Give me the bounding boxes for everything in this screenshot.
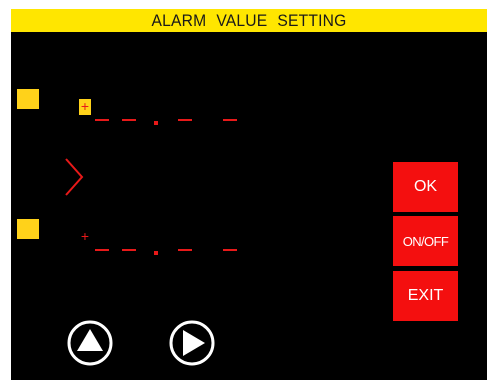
hmi-frame: ALARM VALUE SETTING + –– . –– + –– . –– bbox=[0, 0, 495, 380]
digit-dash bbox=[223, 249, 237, 251]
digit-dash bbox=[178, 119, 192, 121]
on-off-button[interactable]: ON/OFF bbox=[393, 216, 458, 266]
alarm-value-2[interactable]: + –– . –– bbox=[79, 229, 249, 255]
right-arrow-circle-icon[interactable] bbox=[168, 319, 216, 367]
decimal-point bbox=[154, 251, 158, 255]
alarm-row-1-marker[interactable] bbox=[17, 89, 39, 109]
title-bar: ALARM VALUE SETTING bbox=[11, 9, 487, 32]
ok-button[interactable]: OK bbox=[393, 162, 458, 212]
digit-dash bbox=[223, 119, 237, 121]
up-arrow-circle-icon[interactable] bbox=[66, 319, 114, 367]
alarm-value-2-sign[interactable]: + bbox=[79, 229, 91, 245]
alarm-setting-screen: ALARM VALUE SETTING + –– . –– + –– . –– bbox=[11, 9, 487, 380]
digit-dash bbox=[178, 249, 192, 251]
digit-dash bbox=[95, 249, 109, 251]
digit-dash bbox=[122, 249, 136, 251]
digit-dash bbox=[95, 119, 109, 121]
exit-button[interactable]: EXIT bbox=[393, 271, 458, 321]
alarm-value-1[interactable]: + –– . –– bbox=[79, 99, 249, 125]
chevron-right-icon bbox=[65, 158, 84, 196]
digit-dash bbox=[122, 119, 136, 121]
alarm-value-1-sign[interactable]: + bbox=[79, 99, 91, 115]
page-title: ALARM VALUE SETTING bbox=[151, 10, 347, 30]
alarm-row-2-marker[interactable] bbox=[17, 219, 39, 239]
decimal-point bbox=[154, 121, 158, 125]
